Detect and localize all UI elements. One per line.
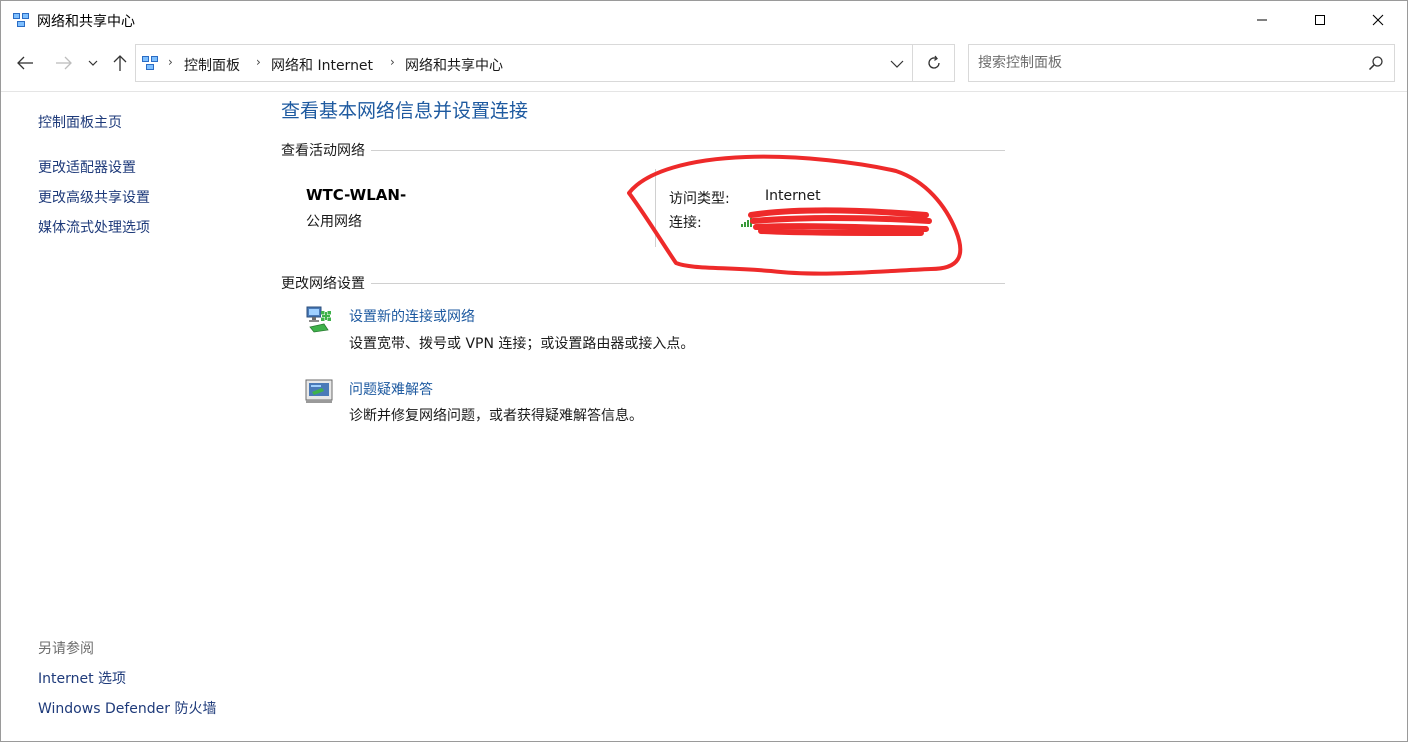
control-panel-icon [142, 56, 158, 70]
active-networks-heading: 查看活动网络 [281, 140, 371, 160]
see-also-heading: 另请参阅 [38, 641, 94, 657]
network-center-icon [13, 13, 29, 27]
forward-arrow-icon [56, 56, 72, 70]
address-bar[interactable]: › 控制面板 › 网络和 Internet › 网络和共享中心 [135, 44, 913, 82]
wifi-signal-icon[interactable] [741, 215, 757, 227]
window: 网络和共享中心 › 控制面板 › 网络和 Internet › 网络和共享中心 … [0, 0, 1408, 742]
navigation-bar: › 控制面板 › 网络和 Internet › 网络和共享中心 [1, 43, 1407, 83]
refresh-button[interactable] [913, 44, 955, 82]
maximize-button[interactable] [1291, 1, 1349, 39]
breadcrumb-network-internet[interactable]: 网络和 Internet [271, 55, 373, 75]
active-networks-section: 查看活动网络 [281, 140, 1005, 160]
change-advanced-sharing-link[interactable]: 更改高级共享设置 [38, 187, 150, 207]
address-dropdown-icon[interactable] [888, 55, 906, 73]
network-category-link[interactable]: 公用网络 [306, 211, 362, 231]
maximize-icon [1315, 15, 1325, 25]
access-type-value: Internet [765, 188, 821, 204]
setup-new-connection-description: 设置宽带、拨号或 VPN 连接；或设置路由器或接入点。 [349, 336, 695, 352]
chevron-right-icon[interactable]: › [390, 55, 395, 69]
redaction-scribble [748, 207, 932, 236]
title-bar: 网络和共享中心 [1, 1, 1407, 39]
change-settings-section: 更改网络设置 [281, 273, 1005, 293]
close-icon [1372, 14, 1384, 26]
section-divider [281, 150, 1005, 151]
page-title: 查看基本网络信息并设置连接 [281, 100, 529, 122]
windows-defender-firewall-link[interactable]: Windows Defender 防火墙 [38, 698, 216, 718]
network-name: WTC-WLAN- [306, 186, 407, 204]
recent-locations-button[interactable] [83, 51, 103, 75]
up-arrow-icon [113, 55, 127, 71]
window-title: 网络和共享中心 [37, 14, 135, 30]
forward-button[interactable] [52, 51, 76, 75]
media-streaming-options-link[interactable]: 媒体流式处理选项 [38, 217, 150, 237]
setup-new-connection-link[interactable]: 设置新的连接或网络 [349, 306, 475, 326]
chevron-right-icon[interactable]: › [256, 55, 261, 69]
access-type-label: 访问类型: [669, 191, 730, 207]
change-adapter-settings-link[interactable]: 更改适配器设置 [38, 157, 136, 177]
breadcrumb-network-sharing-center[interactable]: 网络和共享中心 [405, 55, 503, 75]
connection-label: 连接: [669, 215, 702, 231]
back-arrow-icon [17, 56, 33, 70]
breadcrumb-control-panel[interactable]: 控制面板 [184, 55, 240, 75]
refresh-icon [927, 55, 940, 69]
red-annotation [627, 154, 963, 276]
search-icon[interactable] [1368, 55, 1384, 71]
network-setup-icon [306, 306, 331, 333]
minimize-icon [1257, 19, 1267, 21]
troubleshoot-icon [305, 379, 333, 403]
back-button[interactable] [13, 51, 37, 75]
close-button[interactable] [1349, 1, 1407, 39]
troubleshoot-problems-link[interactable]: 问题疑难解答 [349, 379, 433, 399]
header-divider [1, 91, 1407, 92]
chevron-down-icon [88, 60, 98, 66]
up-button[interactable] [108, 51, 132, 75]
chevron-right-icon[interactable]: › [168, 55, 173, 69]
section-divider [281, 283, 1005, 284]
network-vertical-divider [655, 169, 656, 247]
control-panel-home-link[interactable]: 控制面板主页 [38, 112, 122, 132]
internet-options-link[interactable]: Internet 选项 [38, 668, 126, 688]
change-settings-heading: 更改网络设置 [281, 273, 371, 293]
troubleshoot-problems-description: 诊断并修复网络问题，或者获得疑难解答信息。 [349, 408, 643, 424]
search-input[interactable] [969, 45, 1349, 81]
minimize-button[interactable] [1233, 1, 1291, 39]
search-box [968, 44, 1395, 82]
